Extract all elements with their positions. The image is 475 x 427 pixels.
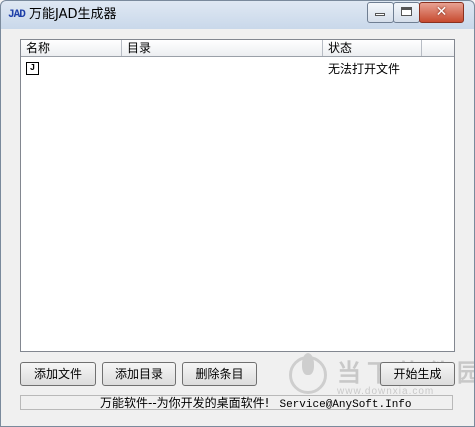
file-list[interactable]: 名称 目录 状态 J 无法打开文件: [20, 39, 455, 352]
list-row[interactable]: J 无法打开文件: [21, 60, 454, 78]
column-header-status[interactable]: 状态: [323, 40, 422, 56]
column-header-name[interactable]: 名称: [21, 40, 122, 56]
column-header-empty[interactable]: [422, 40, 454, 56]
add-file-button[interactable]: 添加文件: [20, 362, 96, 386]
row-status: 无法打开文件: [328, 62, 401, 76]
start-generate-button[interactable]: 开始生成: [380, 362, 455, 386]
minimize-button[interactable]: [367, 2, 394, 23]
main-window: JAD 万能JAD生成器 ✕ 名称 目录 状态 J 无法打开文件 添加文件 添加…: [0, 0, 475, 427]
maximize-button[interactable]: [393, 2, 420, 23]
maximize-icon: [401, 7, 412, 16]
file-icon: J: [26, 62, 39, 75]
close-button[interactable]: ✕: [419, 2, 464, 23]
status-email: Service@AnySoft.Info: [279, 399, 412, 411]
app-icon: JAD: [8, 9, 26, 21]
status-slogan: 万能软件--为你开发的桌面软件!: [100, 396, 270, 410]
watermark-logo-icon: [289, 353, 327, 394]
close-icon: ✕: [435, 4, 448, 20]
column-header-directory[interactable]: 目录: [122, 40, 323, 56]
status-bar: 万能软件--为你开发的桌面软件! Service@AnySoft.Info: [20, 395, 453, 412]
status-message: 万能软件--为你开发的桌面软件! Service@AnySoft.Info: [100, 396, 412, 412]
minimize-icon: [375, 13, 385, 16]
add-directory-button[interactable]: 添加目录: [102, 362, 176, 386]
list-header: 名称 目录 状态: [21, 40, 454, 57]
title-bar[interactable]: JAD 万能JAD生成器 ✕: [1, 1, 474, 29]
window-title: 万能JAD生成器: [29, 7, 117, 22]
delete-entry-button[interactable]: 删除条目: [182, 362, 257, 386]
